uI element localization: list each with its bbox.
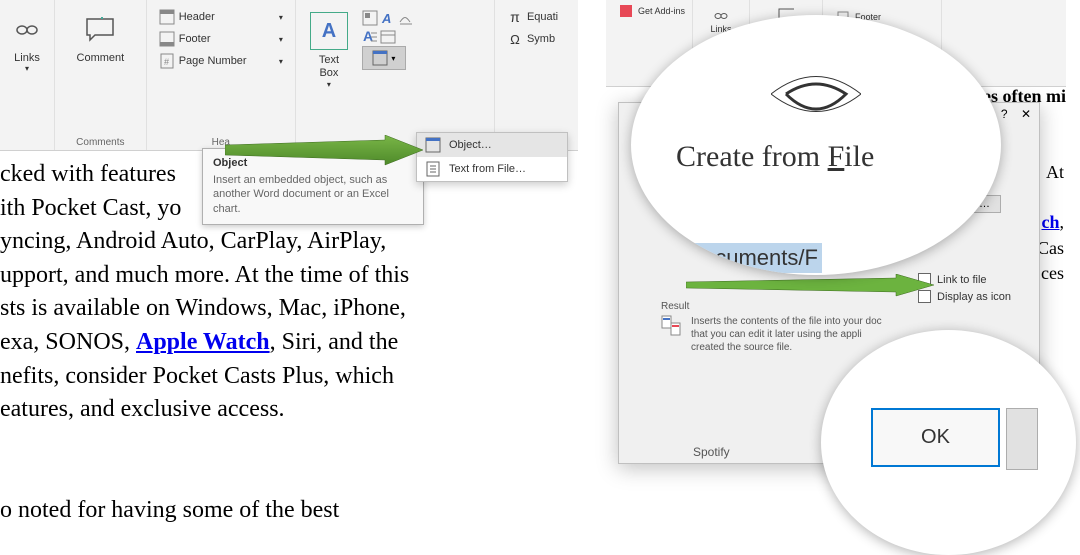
doc-text: , Siri, and the <box>270 329 399 355</box>
help-button[interactable]: ? <box>1001 107 1008 121</box>
zoom-lens-top: Create from File /Documents/F <box>631 15 1001 275</box>
ribbon: Links ▾ Comment Comments Header ▾ <box>0 0 578 151</box>
doc-text: upport, and much more. At the time of th… <box>0 262 409 288</box>
symbol-icon: Ω <box>507 31 523 47</box>
zoom-lens-bottom: OK <box>821 330 1076 555</box>
link-to-file-label: Link to file <box>937 274 987 286</box>
links-group: Links ▾ <box>0 0 55 150</box>
header-button[interactable]: Header ▾ <box>155 6 287 28</box>
menu-item-text-file-label: Text from File… <box>449 163 526 175</box>
doc-text: cked with features <box>0 161 176 187</box>
chevron-down-icon: ▾ <box>327 80 331 89</box>
header-icon <box>159 9 175 25</box>
equation-button[interactable]: π Equati <box>503 6 570 28</box>
drop-cap-icon[interactable]: A <box>362 28 378 44</box>
text-box-icon: A <box>310 12 348 50</box>
get-addins-button[interactable]: Get Add-ins <box>614 0 684 22</box>
ch-link[interactable]: ch <box>1042 212 1060 232</box>
comment-label: Comment <box>77 52 125 64</box>
chevron-down-icon: ▾ <box>279 57 283 66</box>
left-panel: ↗ S Links ▾ Comment Comments <box>0 0 578 554</box>
menu-item-object[interactable]: Object… <box>417 133 567 157</box>
links-button[interactable]: Links ▾ <box>8 6 46 79</box>
comments-group: Comment Comments <box>55 0 147 150</box>
link-icon <box>713 8 729 24</box>
object-dropdown-button[interactable]: ▾ <box>362 46 406 70</box>
tooltip-desc: Insert an embedded object, such as anoth… <box>213 173 413 216</box>
display-as-icon-label: Display as icon <box>937 291 1011 303</box>
menu-item-text-from-file[interactable]: Text from File… <box>417 157 567 181</box>
doc-text: nefits, consider Pocket Casts Plus, whic… <box>0 363 394 389</box>
create-from-file-tab[interactable]: Create from File <box>676 140 874 174</box>
annotation-arrow-2 <box>686 274 936 304</box>
file-path-field[interactable]: /Documents/F <box>677 243 822 273</box>
object-menu: Object… Text from File… <box>416 132 568 182</box>
chevron-down-icon: ▾ <box>279 35 283 44</box>
get-addins-label: Get Add-ins <box>638 6 685 16</box>
doc-text: exa, SONOS, <box>0 329 136 355</box>
right-panel: Get Add-ins Links Comment Comments Foote… <box>606 0 1066 554</box>
page-number-label: Page Number <box>179 55 247 67</box>
embedded-icon-preview <box>771 69 861 124</box>
object-icon <box>425 137 441 153</box>
signature-icon[interactable] <box>398 10 414 26</box>
close-icon[interactable]: ✕ <box>1021 107 1031 121</box>
header-label: Header <box>179 11 215 23</box>
svg-text:A: A <box>363 28 373 44</box>
symbol-button[interactable]: Ω Symb <box>503 28 570 50</box>
text-file-icon <box>425 161 441 177</box>
ok-button[interactable]: OK <box>871 408 1000 467</box>
symbols-group: π Equati Ω Symb <box>495 0 578 150</box>
doc-text: sts is available on Windows, Mac, iPhone… <box>0 295 406 321</box>
spotify-caption: Spotify <box>693 445 730 459</box>
result-icon <box>661 315 683 342</box>
doc-text-right-fragment: At ch, Cas ces <box>1037 160 1064 286</box>
menu-item-object-label: Object… <box>449 139 492 151</box>
doc-text: eatures, and exclusive access. <box>0 396 285 422</box>
text-box-button[interactable]: A Text Box ▾ <box>304 6 354 95</box>
footer-button[interactable]: Footer ▾ <box>155 28 287 50</box>
symbol-label: Symb <box>527 33 555 45</box>
equation-icon: π <box>507 9 523 25</box>
wordart-icon[interactable]: A <box>380 10 396 26</box>
quick-parts-icon[interactable] <box>362 10 378 26</box>
link-icon <box>9 12 45 48</box>
svg-text:A: A <box>381 11 391 26</box>
date-time-icon[interactable] <box>380 28 396 44</box>
result-desc: Inserts the contents of the file into yo… <box>691 315 882 354</box>
doc-text: yncing, Android Auto, CarPlay, AirPlay, <box>0 228 386 254</box>
chevron-down-icon: ▾ <box>279 13 283 22</box>
comment-button[interactable]: Comment <box>63 6 138 70</box>
page-number-icon: # <box>159 53 175 69</box>
page-number-button[interactable]: # Page Number ▾ <box>155 50 287 72</box>
chevron-down-icon: ▾ <box>391 54 395 63</box>
header-footer-group: Header ▾ Footer ▾ # Page Number ▾ Hea <box>147 0 296 150</box>
doc-text: ith Pocket Cast, yo <box>0 195 181 221</box>
text-box-label: Text Box <box>319 54 339 80</box>
cancel-button-partial[interactable] <box>1006 408 1038 470</box>
chevron-down-icon: ▾ <box>25 64 29 73</box>
comment-icon <box>82 12 118 48</box>
annotation-arrow <box>225 135 425 175</box>
addins-icon <box>618 3 634 19</box>
links-label: Links <box>14 52 40 64</box>
equation-label: Equati <box>527 11 558 23</box>
apple-watch-link[interactable]: Apple Watch <box>136 329 270 355</box>
comments-group-label: Comments <box>55 137 146 148</box>
footer-icon <box>159 31 175 47</box>
footer-label: Footer <box>179 33 211 45</box>
text-group: A Text Box ▾ A A <box>296 0 495 150</box>
svg-text:#: # <box>164 57 169 67</box>
doc-text: o noted for having some of the best <box>0 497 339 523</box>
